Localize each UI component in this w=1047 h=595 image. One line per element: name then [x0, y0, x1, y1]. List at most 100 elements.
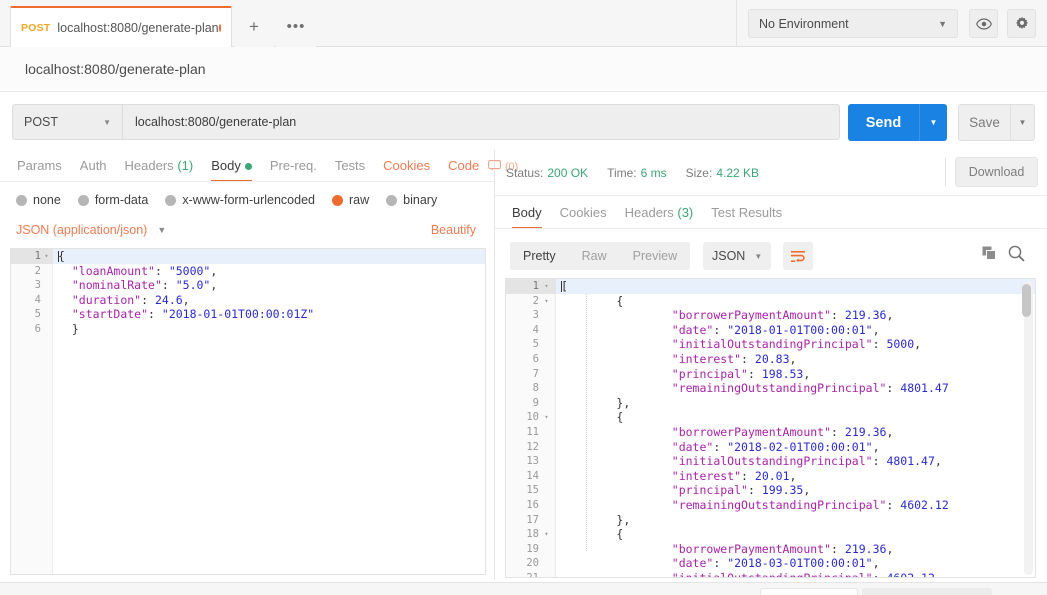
response-tab-cookies[interactable]: Cookies: [551, 198, 616, 229]
http-method-select[interactable]: POST ▼: [12, 104, 122, 140]
response-tab-headers[interactable]: Headers (3): [616, 198, 703, 229]
code-token: :: [713, 556, 728, 571]
code-token: :: [713, 322, 728, 337]
code-token: },: [616, 512, 631, 527]
word-wrap-button[interactable]: [783, 242, 813, 270]
response-view-toolbar: Pretty Raw Preview JSON ▼: [495, 236, 1047, 276]
response-scrollbar-track[interactable]: [1022, 281, 1033, 575]
code-line: 3 "borrowerPaymentAmount": 219.36,: [533, 308, 1035, 323]
body-type-raw[interactable]: raw: [332, 193, 369, 207]
view-mode-raw[interactable]: Raw: [569, 242, 620, 270]
chevron-down-icon: ▼: [754, 251, 763, 261]
code-link[interactable]: Code: [439, 150, 488, 182]
code-token: :: [161, 278, 176, 293]
code-line: 2 "loanAmount": "5000",: [35, 264, 485, 279]
body-type-none[interactable]: none: [16, 193, 61, 207]
body-type-form-data[interactable]: form-data: [77, 193, 148, 207]
line-number: 1: [532, 280, 539, 292]
fold-toggle-icon[interactable]: ▾: [542, 294, 551, 309]
view-mode-pretty[interactable]: Pretty: [510, 242, 569, 270]
new-tab-button[interactable]: +: [234, 6, 274, 47]
code-text: "principal": 199.35,: [556, 483, 811, 498]
response-format-select[interactable]: JSON ▼: [703, 242, 772, 270]
response-editor-code[interactable]: 1 ▾[2 ▾ {3 "borrowerPaymentAmount": 219.36…: [506, 279, 1035, 578]
line-number: 6: [34, 322, 41, 335]
tab-headers[interactable]: Headers (1): [116, 150, 203, 182]
code-line: 5 "startDate": "2018-01-01T00:00:01Z": [35, 307, 485, 322]
save-options-button[interactable]: ▼: [1010, 104, 1035, 141]
response-tab-test-results[interactable]: Test Results: [702, 198, 791, 229]
environment-quick-look-button[interactable]: [969, 9, 998, 38]
tab-auth[interactable]: Auth: [71, 150, 116, 182]
send-options-button[interactable]: ▼: [919, 104, 947, 141]
copy-button[interactable]: [982, 246, 997, 266]
code-token: "date": [671, 556, 714, 571]
view-mode-preview[interactable]: Preview: [620, 242, 690, 270]
tab-options-button[interactable]: •••: [276, 6, 316, 47]
code-text: },: [556, 513, 630, 527]
code-token: "2018-01-01T00:00:01Z": [161, 307, 315, 322]
tab-params[interactable]: Params: [8, 150, 71, 182]
code-line: 15 "principal": 199.35,: [526, 483, 1035, 498]
line-number: 17: [526, 513, 539, 526]
chevron-down-icon: ▼: [103, 117, 111, 127]
fold-toggle-icon[interactable]: ▾: [542, 279, 551, 294]
code-text: "loanAmount": "5000",: [53, 264, 217, 278]
status-divider: [945, 158, 946, 186]
fold-toggle-icon[interactable]: ▾: [42, 249, 51, 264]
body-type-urlencoded-label: x-www-form-urlencoded: [182, 193, 315, 207]
response-tab-body[interactable]: Body: [503, 198, 551, 229]
body-format-row: JSON (application/json) ▼ Beautify: [0, 216, 494, 244]
line-number: 11: [526, 425, 539, 438]
code-token: 4602.12: [900, 497, 949, 512]
code-token: :: [831, 308, 845, 323]
tab-pre-request-script[interactable]: Pre-req.: [261, 150, 326, 182]
line-number: 3: [532, 309, 539, 322]
response-section-tabs: Body Cookies Headers (3) Test Results: [495, 198, 1047, 229]
code-token: "2018-01-01T00:00:01": [727, 322, 873, 337]
body-format-select[interactable]: JSON (application/json): [16, 223, 147, 237]
code-token: 4602.12: [886, 570, 935, 578]
plus-icon: +: [249, 16, 259, 36]
tab-body[interactable]: Body: [202, 150, 261, 182]
radio-dot: [386, 194, 398, 206]
code-token: ,: [886, 308, 894, 323]
fold-toggle-icon[interactable]: ▾: [542, 527, 551, 542]
footer-panel-b[interactable]: [862, 588, 992, 595]
code-line: 4 "duration": 24.6,: [35, 293, 485, 308]
search-response-button[interactable]: [1008, 245, 1025, 267]
response-scrollbar-thumb[interactable]: [1022, 284, 1031, 317]
status-bottom-border: [495, 195, 1047, 196]
request-body-editor[interactable]: 1 ▾{2 "loanAmount": "5000", 3 "nominalRate…: [10, 248, 486, 575]
tab-tests[interactable]: Tests: [326, 150, 374, 182]
body-type-urlencoded[interactable]: x-www-form-urlencoded: [165, 193, 315, 207]
send-button[interactable]: Send: [848, 104, 919, 141]
code-token: 4801.47: [886, 454, 935, 469]
download-button[interactable]: Download: [955, 157, 1038, 187]
code-token: "principal": [671, 483, 748, 498]
code-text: "borrowerPaymentAmount": 219.36,: [556, 308, 894, 323]
url-value: localhost:8080/generate-plan: [135, 115, 297, 129]
request-editor-code[interactable]: 1 ▾{2 "loanAmount": "5000", 3 "nominalRate…: [11, 249, 485, 574]
fold-toggle-icon[interactable]: ▾: [542, 410, 551, 425]
cookies-link[interactable]: Cookies: [374, 150, 439, 182]
save-button[interactable]: Save: [958, 104, 1010, 141]
response-body-viewer[interactable]: 1 ▾[2 ▾ {3 "borrowerPaymentAmount": 219.36…: [505, 278, 1036, 578]
request-tab[interactable]: POST localhost:8080/generate-plan: [10, 6, 232, 47]
url-input[interactable]: localhost:8080/generate-plan: [122, 104, 840, 140]
code-line: 4 "date": "2018-01-01T00:00:01",: [533, 322, 1035, 338]
code-text: "startDate": "2018-01-01T00:00:01Z": [53, 307, 314, 321]
chevron-down-icon: ▼: [938, 18, 947, 29]
body-type-binary[interactable]: binary: [386, 193, 437, 207]
line-number: 18: [526, 528, 539, 541]
code-line: 17 },: [526, 513, 1035, 528]
code-token: "loanAmount": [71, 263, 155, 278]
code-token: 198.53: [761, 366, 804, 381]
settings-button[interactable]: [1007, 9, 1036, 38]
footer-panel-a[interactable]: [760, 588, 858, 595]
chevron-down-icon[interactable]: ▼: [157, 225, 166, 235]
code-line: 3 "nominalRate": "5.0",: [35, 278, 485, 293]
code-text: "principal": 198.53,: [556, 366, 811, 381]
environment-selector[interactable]: No Environment ▼: [748, 9, 958, 38]
beautify-button[interactable]: Beautify: [431, 223, 476, 237]
